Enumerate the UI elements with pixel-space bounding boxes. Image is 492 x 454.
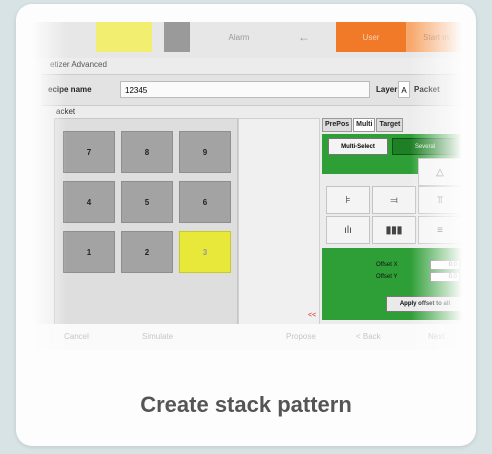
recipe-name-input[interactable]: 12345 bbox=[120, 81, 370, 98]
caption: Create stack pattern bbox=[140, 392, 352, 417]
tab-bar: PrePos Multi Target bbox=[322, 118, 404, 132]
align-left-icon[interactable]: ⊧ bbox=[326, 186, 370, 214]
offset-x-label: Offset X bbox=[376, 262, 398, 268]
bars-bottom-icon[interactable]: ılı bbox=[326, 216, 370, 244]
user-button[interactable]: User bbox=[336, 22, 406, 52]
app-screenshot: Alarm ← User Start m etizer Advanced eci… bbox=[32, 22, 462, 350]
grid-cell-8[interactable]: 8 bbox=[121, 131, 173, 173]
align-right-icon[interactable]: ⫤ bbox=[372, 186, 416, 214]
recipe-name-label: ecipe name bbox=[48, 85, 92, 94]
grid-cell-9[interactable]: 9 bbox=[179, 131, 231, 173]
back-button[interactable]: < Back bbox=[356, 332, 381, 341]
offset-panel: Offset X 0.0 Offset Y 0.0 Apply offset t… bbox=[322, 248, 462, 320]
multi-panel: PrePos Multi Target Multi-Select Several… bbox=[322, 118, 462, 328]
red-indicator: << bbox=[308, 312, 317, 319]
layer-input[interactable]: A bbox=[398, 81, 410, 98]
simulate-button[interactable]: Simulate bbox=[142, 332, 173, 341]
offset-y-input[interactable]: 0.0 bbox=[430, 272, 460, 282]
toolbar-yellow-button[interactable] bbox=[96, 22, 152, 52]
triangle-icon[interactable]: △ bbox=[418, 158, 462, 186]
back-arrow-icon[interactable]: ← bbox=[284, 22, 324, 52]
propose-button[interactable]: Propose bbox=[286, 332, 316, 341]
bars-vertical-icon[interactable]: ▮▮▮ bbox=[372, 216, 416, 244]
tab-target[interactable]: Target bbox=[376, 118, 404, 132]
packet-section-label: acket bbox=[56, 107, 76, 116]
cancel-button[interactable]: Cancel bbox=[64, 332, 89, 341]
offset-x-input[interactable]: 0.0 bbox=[430, 260, 460, 270]
grid-cell-1[interactable]: 1 bbox=[63, 231, 115, 273]
grid-cell-7[interactable]: 7 bbox=[63, 131, 115, 173]
grid-cell-6[interactable]: 6 bbox=[179, 181, 231, 223]
grid-cell-2[interactable]: 2 bbox=[121, 231, 173, 273]
recipe-name-row: ecipe name 12345 Layer A Packet bbox=[42, 74, 462, 106]
alarm-button[interactable]: Alarm bbox=[204, 22, 274, 52]
bottom-bar: Cancel Simulate Propose < Back Next bbox=[32, 324, 462, 350]
grid-cell-4[interactable]: 4 bbox=[63, 181, 115, 223]
card: Alarm ← User Start m etizer Advanced eci… bbox=[16, 4, 476, 446]
align-top-icon[interactable]: ⫪ bbox=[418, 186, 462, 214]
menu-lines-icon[interactable]: ≡ bbox=[418, 216, 462, 244]
apply-offset-button[interactable]: Apply offset to all bbox=[386, 296, 462, 312]
multi-select-button[interactable]: Multi-Select bbox=[328, 138, 388, 155]
grid-cell-3-selected[interactable]: 3 bbox=[179, 231, 231, 273]
tab-prepos[interactable]: PrePos bbox=[322, 118, 353, 132]
position-grid: 7 8 9 4 5 6 1 2 3 bbox=[54, 118, 238, 326]
offset-y-label: Offset Y bbox=[376, 274, 398, 280]
tab-multi[interactable]: Multi bbox=[353, 118, 376, 132]
grid-cell-5[interactable]: 5 bbox=[121, 181, 173, 223]
top-toolbar: Alarm ← User Start m bbox=[32, 22, 462, 58]
next-button[interactable]: Next bbox=[428, 332, 444, 341]
preview-area bbox=[238, 118, 320, 326]
packet-label: Packet bbox=[414, 85, 440, 94]
several-button[interactable]: Several bbox=[392, 138, 458, 155]
toolbar-grey-button[interactable] bbox=[164, 22, 190, 52]
layer-label: Layer bbox=[376, 85, 398, 94]
start-button[interactable]: Start m bbox=[406, 22, 462, 52]
screen-subtitle: etizer Advanced bbox=[50, 60, 107, 69]
